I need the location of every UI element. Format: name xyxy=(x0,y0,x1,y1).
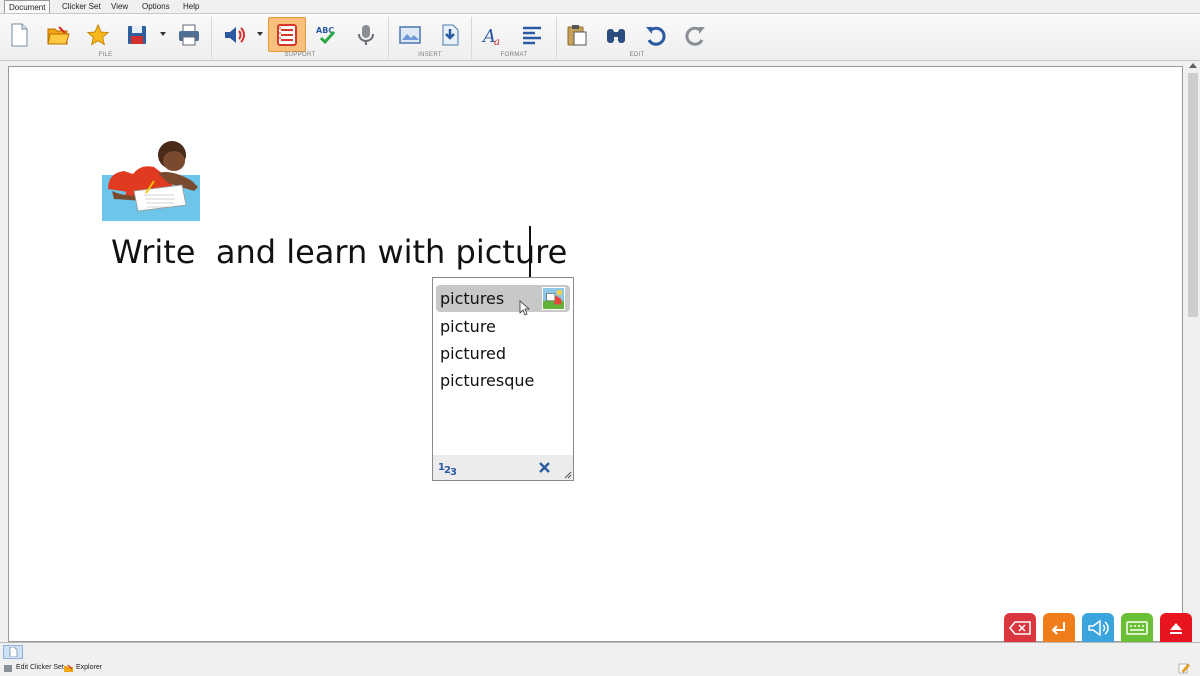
megaphone-icon xyxy=(1088,619,1109,637)
keyboard-icon xyxy=(1126,621,1148,635)
font-icon: Aa xyxy=(481,26,500,47)
star-icon xyxy=(86,23,110,46)
document-tab[interactable] xyxy=(3,645,23,659)
speech-button[interactable] xyxy=(218,17,250,52)
numbers-123-icon[interactable]: 1 2 3 xyxy=(438,459,460,475)
menu-tab-view[interactable]: View xyxy=(111,0,128,13)
mouse-pointer-icon xyxy=(519,300,531,316)
favourites-button[interactable] xyxy=(82,17,114,52)
printer-icon xyxy=(179,24,199,45)
new-document-button[interactable] xyxy=(3,17,35,52)
redo-icon xyxy=(685,26,705,46)
document-text[interactable]: Write and learn with picture xyxy=(111,228,567,276)
undo-button[interactable] xyxy=(640,17,672,52)
explorer-button[interactable]: Explorer xyxy=(64,661,102,675)
keyboard-button[interactable] xyxy=(1121,613,1153,643)
enter-button[interactable] xyxy=(1043,613,1075,643)
prediction-item[interactable]: picturesque xyxy=(436,367,570,394)
svg-text:a: a xyxy=(494,37,500,47)
enter-icon xyxy=(1051,622,1065,635)
word-predictor-button[interactable] xyxy=(268,17,306,52)
alignment-button[interactable] xyxy=(516,17,548,52)
save-dropdown-arrow[interactable] xyxy=(159,30,167,38)
delete-button[interactable] xyxy=(1004,613,1036,643)
document-icon xyxy=(9,647,18,657)
microphone-icon xyxy=(358,24,374,45)
print-button[interactable] xyxy=(173,17,205,52)
text-caret xyxy=(529,226,531,278)
clipboard-icon xyxy=(567,24,587,45)
binoculars-icon xyxy=(607,28,625,43)
prediction-picture-icon xyxy=(542,287,565,310)
eject-icon xyxy=(1170,623,1182,634)
group-label-insert: INSERT xyxy=(418,52,442,58)
vertical-scrollbar[interactable] xyxy=(1186,61,1200,642)
hide-toolbar-button[interactable] xyxy=(1160,613,1192,643)
ribbon-toolbar: FILE ABC SUPPORT INSERT Aa FORMAT EDIT xyxy=(0,13,1200,61)
spell-check-button[interactable]: ABC xyxy=(310,17,342,52)
prediction-item-selected[interactable]: pictures xyxy=(436,285,570,312)
menu-tab-help[interactable]: Help xyxy=(183,0,199,13)
menu-bar: Document Clicker Set View Options Help xyxy=(0,0,1200,14)
chevron-down-icon xyxy=(160,32,166,36)
floppy-disk-icon xyxy=(128,25,146,44)
edit-set-icon xyxy=(4,664,12,672)
group-label-edit: EDIT xyxy=(629,52,645,58)
group-label-format: FORMAT xyxy=(500,52,528,58)
boy-writing-picture[interactable] xyxy=(102,133,200,221)
align-left-icon xyxy=(523,26,541,44)
word-predictor-popup: pictures picture pictured picturesque 1 … xyxy=(432,277,574,481)
font-button[interactable]: Aa xyxy=(477,17,509,52)
menu-tab-document[interactable]: Document xyxy=(4,0,51,14)
paste-button[interactable] xyxy=(561,17,593,52)
find-button[interactable] xyxy=(600,17,632,52)
chevron-down-icon xyxy=(257,32,263,36)
close-icon[interactable] xyxy=(539,462,550,473)
scrollbar-thumb[interactable] xyxy=(1188,73,1198,317)
image-icon xyxy=(399,25,421,44)
abc-check-icon: ABC xyxy=(316,26,336,44)
predictor-footer: 1 2 3 xyxy=(433,455,573,480)
speak-button[interactable] xyxy=(1082,613,1114,643)
scroll-up-arrow[interactable] xyxy=(1189,63,1197,68)
folder-icon xyxy=(64,664,73,672)
explorer-label: Explorer xyxy=(76,664,103,671)
new-page-icon xyxy=(11,23,28,46)
open-button[interactable] xyxy=(42,17,74,52)
predictor-list-icon xyxy=(277,23,297,46)
insert-picture-button[interactable] xyxy=(394,17,426,52)
open-folder-icon xyxy=(47,25,70,44)
status-bar: Edit Clicker Set Explorer xyxy=(0,642,1200,676)
undo-icon xyxy=(646,26,666,46)
speech-dropdown-arrow[interactable] xyxy=(256,30,264,38)
prediction-label: pictures xyxy=(440,289,505,308)
prediction-item[interactable]: picture xyxy=(436,313,570,340)
picture-arrow-icon xyxy=(442,24,459,45)
svg-text:3: 3 xyxy=(450,467,457,475)
voice-note-button[interactable] xyxy=(350,17,382,52)
backspace-icon xyxy=(1009,621,1031,635)
menu-tab-clicker-set[interactable]: Clicker Set xyxy=(62,0,101,13)
insert-clicker-picture-button[interactable] xyxy=(434,17,466,52)
resize-grip-icon[interactable] xyxy=(564,471,572,479)
edit-clicker-set-button[interactable]: Edit Clicker Set xyxy=(4,661,64,675)
menu-tab-options[interactable]: Options xyxy=(142,0,170,13)
save-button[interactable] xyxy=(121,17,153,52)
group-label-file: FILE xyxy=(98,52,113,58)
edit-clicker-set-label: Edit Clicker Set xyxy=(16,664,64,671)
speaker-icon xyxy=(225,26,245,43)
group-label-support: SUPPORT xyxy=(284,52,316,58)
prediction-item[interactable]: pictured xyxy=(436,340,570,367)
redo-button[interactable] xyxy=(679,17,711,52)
pencil-icon[interactable] xyxy=(1178,662,1190,674)
